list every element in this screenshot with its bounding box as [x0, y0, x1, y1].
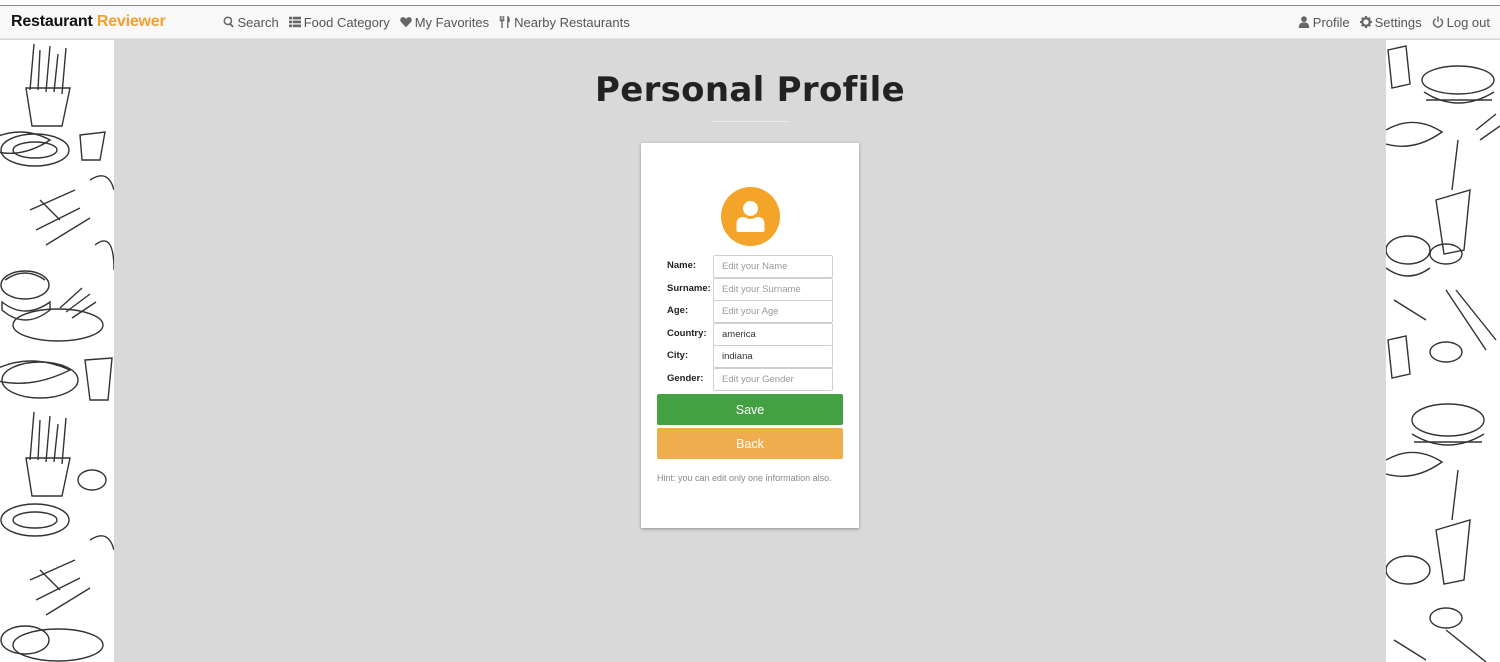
nav-logout-label: Log out [1446, 14, 1490, 30]
surname-row: Surname: [641, 278, 859, 301]
age-label: Age: [667, 305, 689, 316]
nav-search-link[interactable]: Search [223, 15, 279, 30]
nav-logout-link[interactable]: Log out [1432, 15, 1490, 30]
nav-my-favorites-link[interactable]: My Favorites [399, 14, 490, 30]
user-icon [1298, 16, 1310, 28]
city-label: City: [667, 350, 689, 361]
back-button[interactable]: Back [657, 428, 843, 459]
user-avatar-icon [721, 187, 780, 246]
age-row: Age: [641, 300, 859, 323]
gear-icon [1359, 16, 1372, 28]
name-field[interactable] [713, 255, 833, 278]
search-icon [223, 16, 234, 28]
heart-icon [399, 17, 412, 28]
brand-name: Restaurant [11, 13, 93, 30]
nav-profile-link[interactable]: Profile [1298, 15, 1350, 30]
city-row: City: [641, 345, 859, 368]
surname-field[interactable] [713, 278, 833, 301]
food-doodle-background-right [1386, 40, 1500, 662]
nav-food-category-label: Food Category [303, 14, 390, 30]
power-icon [1432, 16, 1443, 28]
nav-search-label: Search [237, 14, 279, 30]
save-button[interactable]: Save [657, 394, 843, 425]
name-label: Name: [667, 260, 697, 271]
page-title: Personal Profile [595, 70, 905, 110]
country-label: Country: [667, 328, 707, 339]
nav-nearby-restaurants-label: Nearby Restaurants [514, 14, 630, 30]
brand-logo[interactable]: Restaurant Reviewer [11, 13, 166, 31]
nav-right: Profile Settings Log out [1298, 15, 1490, 30]
list-icon [288, 16, 301, 28]
brand-accent: Reviewer [96, 13, 166, 30]
surname-label: Surname: [667, 283, 711, 294]
navbar: Restaurant Reviewer Search Food Category… [0, 6, 1500, 39]
gender-label: Gender: [667, 373, 704, 384]
name-row: Name: [641, 255, 859, 278]
country-row: Country: [641, 323, 859, 346]
nav-nearby-restaurants-link[interactable]: Nearby Restaurants [499, 15, 630, 30]
nav-settings-link[interactable]: Settings [1359, 14, 1422, 30]
profile-card: Name: Surname: Age: Country: City: Gende… [641, 143, 859, 528]
nav-food-category-link[interactable]: Food Category [288, 14, 390, 30]
age-field[interactable] [713, 300, 833, 323]
food-doodle-background-left [0, 40, 114, 662]
gender-row: Gender: [641, 368, 859, 391]
nav-my-favorites-label: My Favorites [414, 14, 490, 30]
nav-settings-label: Settings [1374, 14, 1422, 30]
hint-text: Hint: you can edit only one information … [657, 473, 832, 483]
nav-profile-label: Profile [1312, 14, 1350, 30]
nav-left: Search Food Category My Favorites Nearby… [223, 15, 630, 30]
title-divider [712, 121, 788, 122]
gender-field[interactable] [713, 368, 833, 391]
city-field[interactable] [713, 345, 833, 368]
country-field[interactable] [713, 323, 833, 346]
cutlery-icon [499, 16, 510, 28]
